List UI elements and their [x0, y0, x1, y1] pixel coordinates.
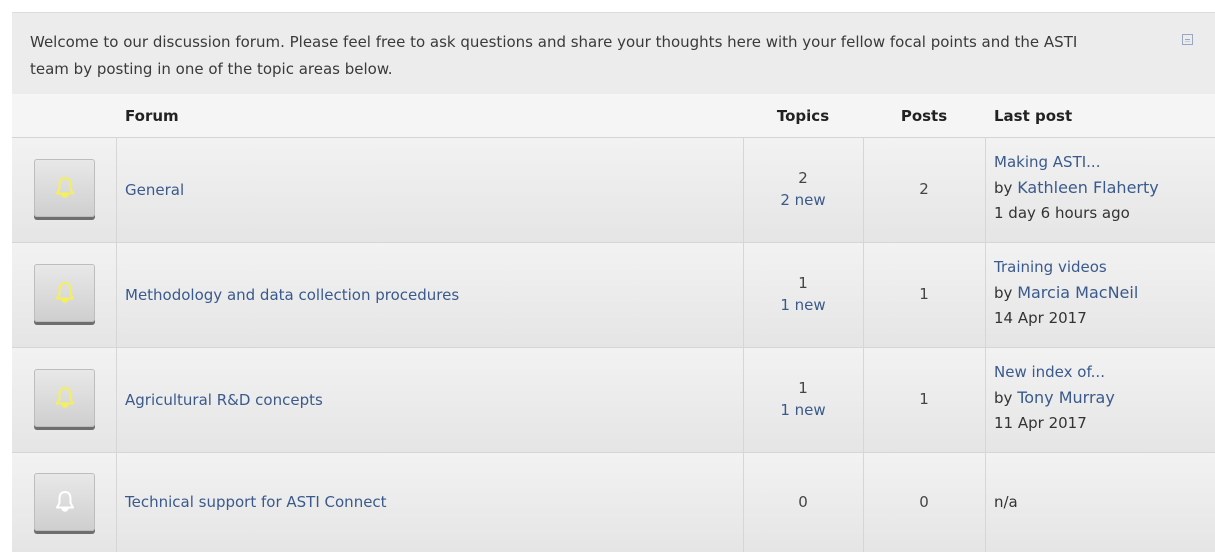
topics-cell: 2 2 new	[743, 167, 863, 211]
forum-status-button[interactable]	[34, 264, 95, 322]
forum-status-button[interactable]	[34, 473, 95, 531]
intro-text: Welcome to our discussion forum. Please …	[30, 33, 1078, 78]
forum-link[interactable]: Technical support for ASTI Connect	[125, 453, 387, 552]
by-label: by	[994, 179, 1013, 197]
bell-icon	[56, 387, 74, 408]
bell-icon	[56, 177, 74, 198]
last-post-link[interactable]: New index of...	[994, 360, 1115, 385]
forum-row: Agricultural R&D concepts 1 1 new 1 New …	[12, 348, 1215, 453]
topics-new-link[interactable]: 2 new	[743, 189, 863, 211]
by-label: by	[994, 284, 1013, 302]
topics-count: 2	[798, 169, 808, 187]
header-topics: Topics	[776, 107, 830, 125]
author-link[interactable]: Tony Murray	[1017, 388, 1115, 407]
forum-link[interactable]: Agricultural R&D concepts	[125, 348, 323, 453]
last-post-cell: Training videos by Marcia MacNeil 14 Apr…	[994, 255, 1138, 331]
table-header: Forum Topics Posts Last post	[12, 94, 1215, 138]
topics-new-link[interactable]: 1 new	[743, 399, 863, 421]
forum-row: Methodology and data collection procedur…	[12, 243, 1215, 348]
topics-count: 0	[798, 493, 808, 511]
last-post-time: 11 Apr 2017	[994, 414, 1087, 432]
header-forum: Forum	[125, 107, 179, 125]
author-link[interactable]: Kathleen Flaherty	[1017, 178, 1159, 197]
posts-count: 1	[919, 390, 929, 408]
header-last-post: Last post	[994, 107, 1073, 125]
last-post-cell: Making ASTI... by Kathleen Flaherty 1 da…	[994, 150, 1159, 226]
topics-cell: 1 1 new	[743, 272, 863, 316]
last-post-time: 14 Apr 2017	[994, 309, 1087, 327]
last-post-byline: by Marcia MacNeil	[994, 280, 1138, 306]
topics-new-link[interactable]: 1 new	[743, 294, 863, 316]
forum-status-button[interactable]	[34, 369, 95, 427]
forum-link[interactable]: Methodology and data collection procedur…	[125, 243, 459, 348]
forum-row: General 2 2 new 2 Making ASTI... by Kath…	[12, 138, 1215, 243]
forum-row: Technical support for ASTI Connect 0 0 n…	[12, 453, 1215, 552]
collapse-icon[interactable]	[1182, 34, 1193, 45]
forum-link[interactable]: General	[125, 138, 184, 243]
topics-count: 1	[798, 379, 808, 397]
topics-count: 1	[798, 274, 808, 292]
forum-intro: Welcome to our discussion forum. Please …	[12, 12, 1215, 94]
posts-count: 1	[919, 285, 929, 303]
last-post-byline: by Tony Murray	[994, 385, 1115, 411]
posts-count: 2	[919, 180, 929, 198]
bell-icon	[56, 282, 74, 303]
last-post-na: n/a	[994, 493, 1018, 511]
forum-status-button[interactable]	[34, 159, 95, 217]
posts-count: 0	[919, 493, 929, 511]
bell-icon	[56, 491, 74, 512]
header-posts: Posts	[900, 107, 948, 125]
forum-page: Welcome to our discussion forum. Please …	[12, 0, 1215, 552]
last-post-cell: New index of... by Tony Murray 11 Apr 20…	[994, 360, 1115, 436]
topics-cell: 1 1 new	[743, 377, 863, 421]
topics-cell: 0	[743, 491, 863, 513]
last-post-cell: n/a	[994, 491, 1018, 513]
last-post-byline: by Kathleen Flaherty	[994, 175, 1159, 201]
by-label: by	[994, 389, 1013, 407]
last-post-time: 1 day 6 hours ago	[994, 204, 1130, 222]
last-post-link[interactable]: Making ASTI...	[994, 150, 1159, 175]
author-link[interactable]: Marcia MacNeil	[1017, 283, 1138, 302]
last-post-link[interactable]: Training videos	[994, 255, 1138, 280]
